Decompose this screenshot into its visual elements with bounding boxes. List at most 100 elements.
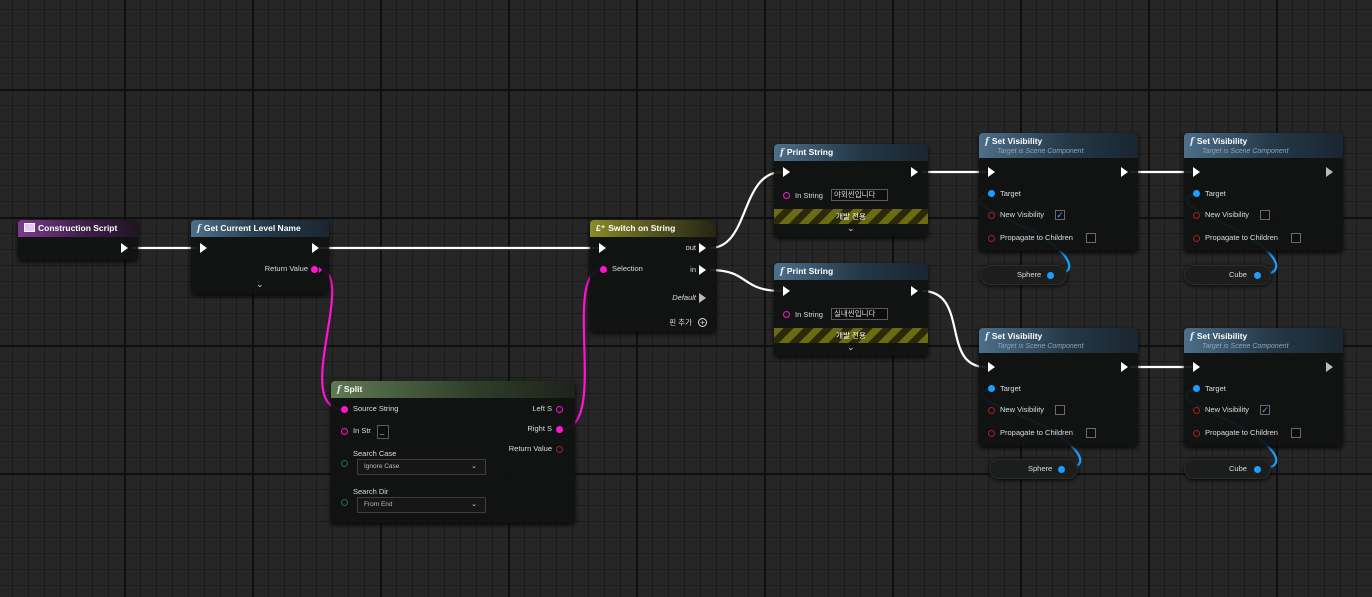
exec-out-pin[interactable] [699, 243, 706, 253]
in-label: in [690, 265, 696, 274]
variable-out-pin[interactable] [1058, 466, 1065, 473]
in-string-pin[interactable] [783, 311, 790, 318]
new-visibility-checkbox[interactable] [1260, 210, 1270, 220]
construction-script-node[interactable]: Construction Script [18, 220, 138, 260]
search-dir-dropdown[interactable]: From End ⌄ [357, 497, 486, 513]
function-icon: f [780, 267, 784, 277]
plus-circle-icon[interactable]: + [698, 318, 707, 327]
in-str-label: In Str [353, 426, 371, 435]
print-string-node-1[interactable]: f Print String In String 야외씬입니다 개발 전용 ⌄ [774, 144, 928, 237]
propagate-checkbox[interactable] [1291, 428, 1301, 438]
exec-in-pin[interactable] [988, 167, 995, 177]
search-dir-pin[interactable] [341, 499, 348, 506]
variable-cube-2[interactable]: Cube [1184, 459, 1271, 479]
exec-out-pin[interactable] [911, 286, 918, 296]
function-icon: f [197, 224, 201, 234]
propagate-label: Propagate to Children [1000, 428, 1073, 437]
target-pin[interactable] [1193, 190, 1200, 197]
variable-sphere-1[interactable]: Sphere [980, 265, 1067, 285]
variable-cube-1[interactable]: Cube [1184, 265, 1271, 285]
exec-in-pin[interactable] [1193, 167, 1200, 177]
in-string-pin[interactable] [783, 192, 790, 199]
variable-out-pin[interactable] [1047, 272, 1054, 279]
propagate-pin[interactable] [1193, 235, 1200, 242]
set-visibility-node-3[interactable]: f Set Visibility Target is Scene Component… [979, 328, 1138, 446]
exec-out-pin[interactable] [312, 243, 319, 253]
left-s-pin[interactable] [556, 406, 563, 413]
new-visibility-pin[interactable] [988, 212, 995, 219]
set-visibility-node-1[interactable]: f Set Visibility Target is Scene Component… [979, 133, 1138, 251]
target-pin[interactable] [988, 190, 995, 197]
in-string-label: In String [795, 310, 823, 319]
node-header: £⁺ Switch on String [590, 220, 716, 237]
exec-out-pin[interactable] [1326, 362, 1333, 372]
propagate-checkbox[interactable] [1086, 428, 1096, 438]
split-node[interactable]: f Split Source String In Str _ Search Cas… [331, 381, 575, 523]
node-title: Construction Script [38, 223, 118, 233]
propagate-checkbox[interactable] [1291, 233, 1301, 243]
function-icon: f [337, 385, 341, 395]
node-title: Set Visibility [1196, 136, 1248, 146]
target-pin[interactable] [1193, 385, 1200, 392]
propagate-pin[interactable] [1193, 430, 1200, 437]
search-case-pin[interactable] [341, 460, 348, 467]
get-current-level-name-node[interactable]: f Get Current Level Name Return Value ⌄ [191, 220, 329, 294]
exec-in-pin[interactable] [599, 243, 606, 253]
exec-in-pin[interactable] [1193, 362, 1200, 372]
exec-in-pin[interactable] [200, 243, 207, 253]
node-header: f Set Visibility Target is Scene Component [979, 328, 1138, 353]
chevron-down-icon: ⌄ [471, 501, 477, 508]
switch-on-string-node[interactable]: £⁺ Switch on String Selection out in Defa… [590, 220, 716, 332]
exec-in-pin[interactable] [783, 286, 790, 296]
new-visibility-checkbox[interactable]: ✓ [1260, 405, 1270, 415]
exec-in-pin[interactable] [783, 167, 790, 177]
variable-label: Sphere [1028, 464, 1053, 473]
new-visibility-pin[interactable] [1193, 212, 1200, 219]
in-string-input[interactable]: 실내씬입니다 [831, 308, 888, 320]
new-visibility-checkbox[interactable] [1055, 405, 1065, 415]
exec-out-pin[interactable] [911, 167, 918, 177]
add-pin-label[interactable]: 핀 추가 [669, 318, 692, 328]
in-string-input[interactable]: 야외씬입니다 [831, 189, 888, 201]
print-string-node-2[interactable]: f Print String In String 실내씬입니다 개발 전용 ⌄ [774, 263, 928, 356]
chevron-down-icon[interactable]: ⌄ [847, 342, 855, 353]
in-str-input[interactable]: _ [377, 425, 389, 439]
variable-sphere-2[interactable]: Sphere [989, 459, 1078, 479]
variable-label: Sphere [1017, 270, 1042, 279]
return-value-pin[interactable] [311, 266, 318, 273]
exec-in-pin[interactable] [988, 362, 995, 372]
in-str-pin[interactable] [341, 428, 348, 435]
search-case-label: Search Case [353, 449, 397, 458]
chevron-down-icon[interactable]: ⌄ [256, 279, 264, 290]
new-visibility-checkbox[interactable]: ✓ [1055, 210, 1065, 220]
new-visibility-pin[interactable] [988, 407, 995, 414]
node-title: Get Current Level Name [203, 223, 301, 233]
default-exec-pin[interactable] [699, 293, 706, 303]
chevron-down-icon[interactable]: ⌄ [847, 223, 855, 234]
node-subtitle: Target is Scene Component [1202, 343, 1289, 350]
exec-out-pin[interactable] [121, 243, 128, 253]
right-s-pin[interactable] [556, 426, 563, 433]
variable-out-pin[interactable] [1254, 272, 1261, 279]
propagate-pin[interactable] [988, 235, 995, 242]
node-header: f Set Visibility Target is Scene Component [1184, 328, 1343, 353]
development-only-banner: 개발 전용 [774, 328, 928, 343]
variable-out-pin[interactable] [1254, 466, 1261, 473]
propagate-checkbox[interactable] [1086, 233, 1096, 243]
target-pin[interactable] [988, 385, 995, 392]
set-visibility-node-2[interactable]: f Set Visibility Target is Scene Component… [1184, 133, 1343, 251]
exec-out-pin[interactable] [1121, 362, 1128, 372]
node-title: Set Visibility [1196, 331, 1248, 341]
selection-pin[interactable] [600, 266, 607, 273]
source-string-pin[interactable] [341, 406, 348, 413]
exec-out-pin[interactable] [1121, 167, 1128, 177]
node-title: Print String [786, 266, 834, 276]
return-value-pin[interactable] [556, 446, 563, 453]
propagate-pin[interactable] [988, 430, 995, 437]
exec-in-case-pin[interactable] [699, 265, 706, 275]
set-visibility-node-4[interactable]: f Set Visibility Target is Scene Component… [1184, 328, 1343, 446]
new-visibility-pin[interactable] [1193, 407, 1200, 414]
node-header: f Get Current Level Name [191, 220, 329, 237]
search-case-dropdown[interactable]: Ignore Case ⌄ [357, 459, 486, 475]
exec-out-pin[interactable] [1326, 167, 1333, 177]
